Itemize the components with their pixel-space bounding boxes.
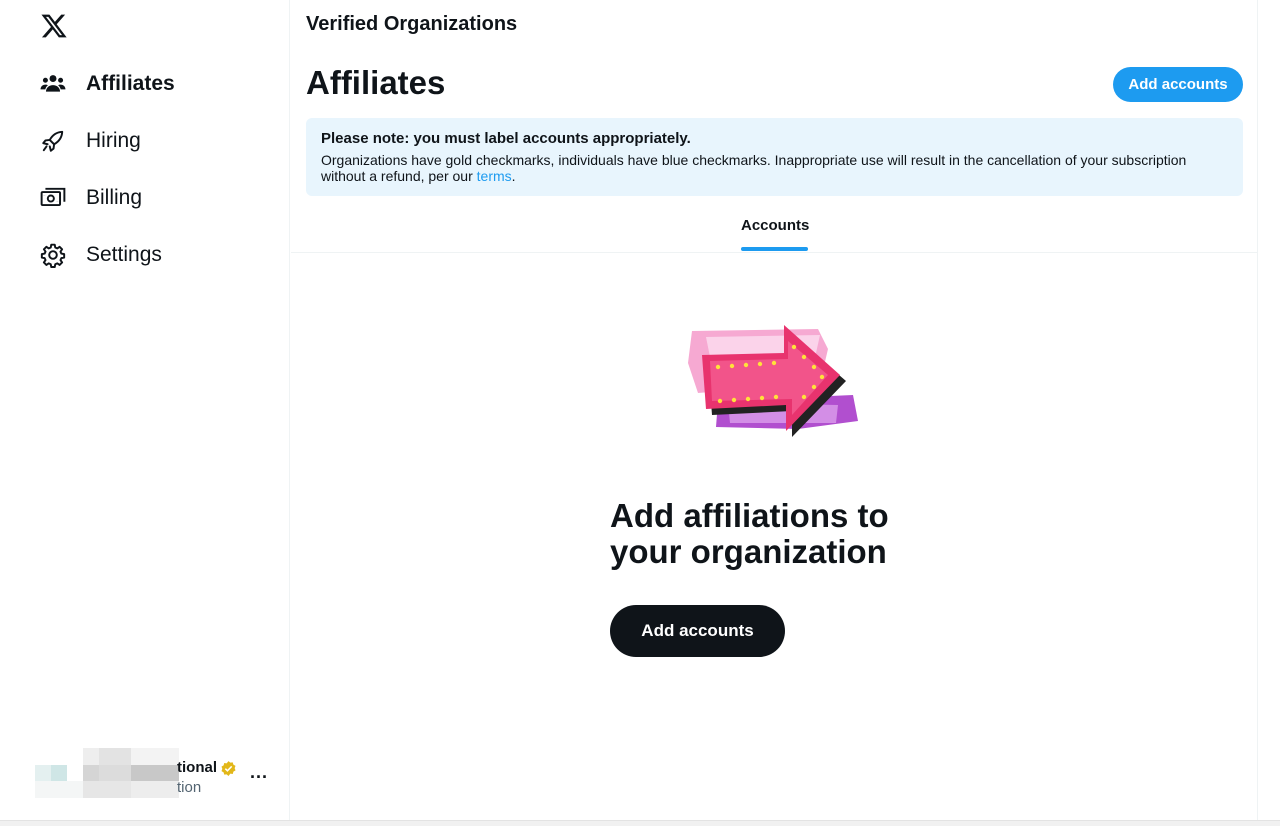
active-tab-indicator [741,247,808,251]
sidebar: Affiliates Hiring Billing Settings tiona… [0,0,290,826]
window-bottom-edge [0,820,1280,826]
account-name: tional [177,758,237,778]
gear-icon [40,242,66,268]
arrow-illustration [688,323,863,443]
sidebar-item-settings[interactable]: Settings [28,231,174,279]
main-content: Verified Organizations Affiliates Add ac… [291,0,1258,826]
sidebar-item-affiliates[interactable]: Affiliates [28,60,187,108]
account-switcher[interactable]: tional tion ... [22,745,278,801]
section-title: Verified Organizations [306,13,518,35]
people-icon [40,71,66,97]
tab-bar: Accounts [291,200,1257,253]
sidebar-item-hiring[interactable]: Hiring [28,117,153,165]
tab-accounts[interactable]: Accounts [741,217,809,234]
add-accounts-button[interactable]: Add accounts [1113,67,1243,102]
more-options-icon[interactable]: ... [250,762,268,783]
notice-banner: Please note: you must label accounts app… [306,118,1243,196]
x-logo-icon[interactable] [40,12,68,40]
sidebar-item-label: Settings [86,243,162,266]
notice-body: Organizations have gold checkmarks, indi… [321,152,1187,184]
terms-link[interactable]: terms [477,168,512,184]
account-handle: tion [177,779,202,796]
billing-icon [40,185,66,211]
empty-state-title: Add affiliations to your organization [610,497,889,570]
notice-title: Please note: you must label accounts app… [321,130,691,147]
sidebar-item-label: Affiliates [86,72,175,95]
add-accounts-primary-button[interactable]: Add accounts [610,605,785,657]
sidebar-item-label: Billing [86,186,143,209]
account-info: tional tion [177,758,237,798]
sidebar-item-label: Hiring [86,129,141,152]
pixelated-avatar [35,748,179,798]
sidebar-item-billing[interactable]: Billing [28,174,154,222]
gold-verified-badge-icon [220,760,237,777]
rocket-icon [40,128,66,154]
page-title: Affiliates [306,64,446,101]
app-window: Affiliates Hiring Billing Settings tiona… [0,0,1280,826]
